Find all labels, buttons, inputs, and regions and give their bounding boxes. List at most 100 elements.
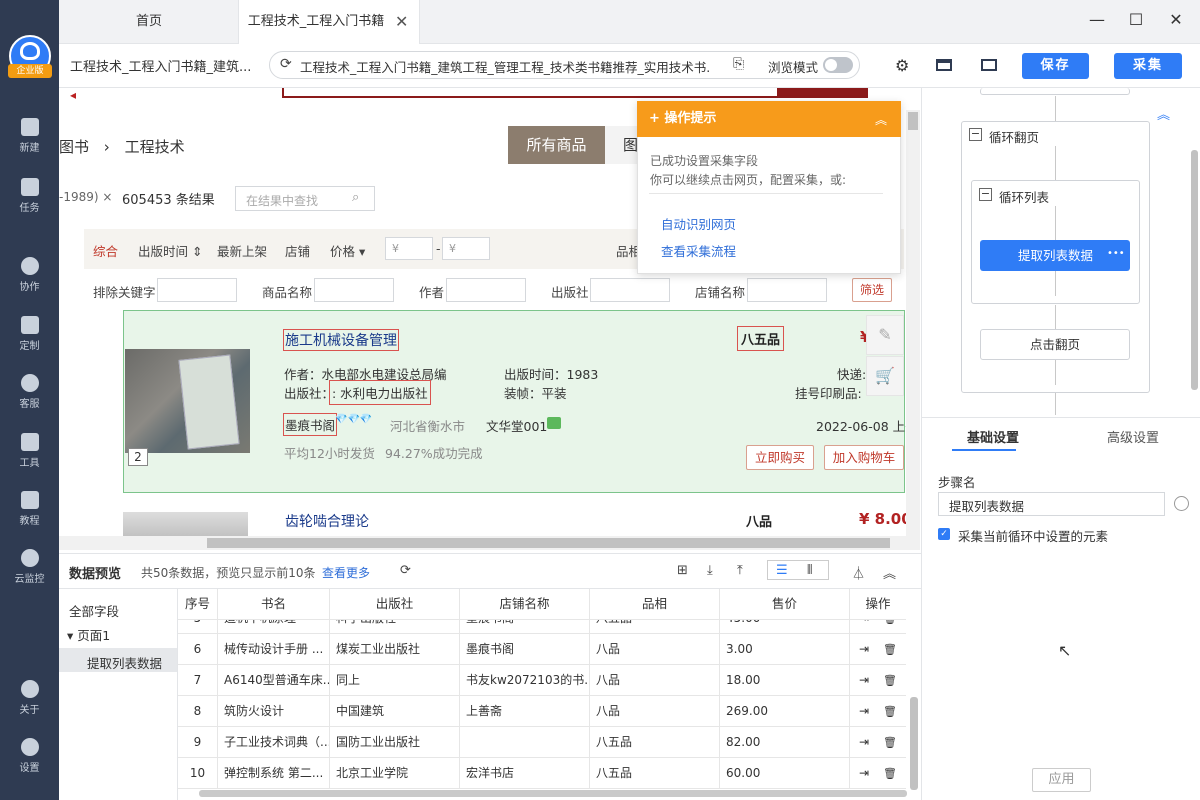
step-name-input[interactable]: 提取列表数据 (938, 492, 1165, 516)
tab-books[interactable]: 图 (605, 126, 638, 164)
save-button[interactable]: 保存 (1022, 53, 1089, 79)
table-row[interactable]: 10 弹控制系统 第二... 北京工业学院 宏洋书店 八五品 60.00 ⇥ 🗑 (178, 758, 906, 789)
filter-exclude-input[interactable] (157, 278, 237, 302)
filter-button[interactable]: 筛选 (852, 278, 892, 302)
tab-all-products[interactable]: 所有商品 (508, 126, 605, 164)
col-header-publisher[interactable]: 出版社 (330, 589, 460, 620)
nav-tools[interactable]: 工具 (0, 433, 59, 483)
col-header-grade[interactable]: 品相 (590, 589, 720, 620)
col-header-title[interactable]: 书名 (218, 589, 330, 620)
edit-icon[interactable]: ✎ (866, 315, 904, 355)
shop-name-link[interactable]: 墨痕书阁 (283, 413, 338, 436)
col-header-price[interactable]: 售价 (720, 589, 850, 620)
price-min-input[interactable]: ¥ (385, 237, 433, 260)
collect-button[interactable]: 采集 (1114, 53, 1182, 79)
table-row[interactable]: 7 A6140型普通车床... 同上 书友kw2072103的书... 八品 18.00 ⇥… (178, 665, 906, 696)
nav-new[interactable]: 新建 (0, 118, 59, 168)
tab-advanced-settings[interactable]: 高级设置 (1107, 427, 1159, 446)
sort-default[interactable]: 综合 (93, 241, 118, 260)
tree-extract-list[interactable]: 提取列表数据 (87, 653, 162, 672)
chat-icon[interactable] (547, 417, 561, 429)
sort-shop[interactable]: 店铺 (285, 241, 310, 260)
table-vertical-scrollbar[interactable] (910, 697, 918, 790)
popup-collapse-icon[interactable]: ︽ (875, 111, 887, 128)
nav-custom[interactable]: 定制 (0, 316, 59, 366)
panel-scrollbar[interactable] (1191, 150, 1198, 390)
apply-button[interactable]: 应用 (1032, 768, 1091, 792)
cart-icon[interactable]: 🛒 (866, 356, 904, 396)
book-title-link-2[interactable]: 齿轮啮合理论 (285, 511, 369, 531)
layout-icon[interactable] (936, 59, 952, 71)
nav-settings[interactable]: 设置 (0, 738, 59, 788)
web-vertical-thumb[interactable] (908, 112, 918, 130)
nav-about[interactable]: 关于 (0, 680, 59, 730)
delete-row-icon[interactable]: 🗑 (883, 736, 897, 749)
maximize-button[interactable]: ☐ (1121, 8, 1151, 32)
minimize-button[interactable]: — (1082, 8, 1112, 32)
breadcrumb-books[interactable]: 图书 (59, 138, 89, 156)
collapse-loop-page-icon[interactable]: − (969, 128, 982, 141)
step-more-icon[interactable]: ••• (1107, 248, 1125, 259)
table-horizontal-scrollbar[interactable] (199, 790, 907, 797)
move-row-icon[interactable]: ⇥ (859, 673, 869, 687)
filter-author-input[interactable] (446, 278, 526, 302)
tree-page-1[interactable]: ▾ 页面1 (67, 625, 110, 644)
delete-row-icon[interactable]: 🗑 (883, 705, 897, 718)
tab-current-page[interactable]: 工程技术_工程入门书籍_... (238, 0, 420, 73)
filter-publisher-input[interactable] (590, 278, 670, 302)
settings-gear-icon[interactable]: ⚙ (895, 56, 909, 75)
move-row-icon[interactable]: ⇥ (859, 642, 869, 656)
view-flow-link[interactable]: 查看采集流程 (661, 241, 736, 260)
table-row[interactable]: 6 械传动设计手册 ... 煤炭工业出版社 墨痕书阁 八品 3.00 ⇥ 🗑 (178, 634, 906, 665)
nav-tasks[interactable]: 任务 (0, 178, 59, 228)
book-publisher[interactable]: : 水利电力出版社 (329, 380, 431, 405)
nav-tutorial[interactable]: 教程 (0, 491, 59, 541)
sort-price[interactable]: 价格 ▾ (330, 241, 365, 260)
refresh-icon[interactable]: ⟳ (280, 56, 292, 72)
filter-chip[interactable]: -1989) × (59, 190, 112, 204)
filter-name-input[interactable] (314, 278, 394, 302)
flow-step-top[interactable] (980, 88, 1130, 95)
web-horizontal-thumb[interactable] (207, 538, 890, 548)
list-view-icon[interactable]: ☰ (776, 563, 788, 578)
nav-cloud-monitor[interactable]: 云监控 (0, 549, 59, 599)
site-search-button[interactable] (779, 88, 868, 98)
upload-icon[interactable]: ⤒ (737, 563, 743, 578)
tab-home[interactable]: 首页 (60, 0, 238, 44)
table-row[interactable]: 9 子工业技术词典（... 国防工业出版社 八五品 82.00 ⇥ 🗑 (178, 727, 906, 758)
panel-icon[interactable] (981, 59, 997, 71)
move-row-icon[interactable]: ⇥ (859, 766, 869, 780)
move-row-icon[interactable]: ⇥ (859, 620, 869, 625)
view-more-link[interactable]: 查看更多 (322, 564, 370, 581)
search-icon[interactable]: ⌕ (352, 190, 359, 205)
step-click-page[interactable]: 点击翻页 (980, 329, 1130, 360)
price-max-input[interactable]: ¥ (442, 237, 490, 260)
delete-row-icon[interactable]: 🗑 (883, 767, 897, 780)
move-row-icon[interactable]: ⇥ (859, 704, 869, 718)
site-search-box[interactable] (282, 88, 779, 98)
move-row-icon[interactable]: ⇥ (859, 735, 869, 749)
shop-user[interactable]: 文华堂001 (486, 416, 547, 435)
delete-row-icon[interactable]: 🗑 (883, 620, 897, 625)
add-to-cart-button[interactable]: 加入购物车 (824, 445, 904, 470)
sort-newest[interactable]: 最新上架 (217, 241, 267, 260)
column-view-icon[interactable]: ⫴ (807, 563, 812, 578)
collapse-flow-icon[interactable]: ︽ (1157, 104, 1170, 123)
delete-row-icon[interactable]: 🗑 (883, 674, 897, 687)
tab-close-icon[interactable]: ✕ (395, 12, 411, 32)
web-vertical-scrollbar[interactable] (906, 110, 920, 550)
download-icon[interactable]: ⤓ (707, 563, 713, 578)
table-row[interactable]: 5造机下机原理科学出版社墨痕书阁八五品45.00⇥🗑 (178, 620, 906, 634)
collapse-loop-list-icon[interactable]: − (979, 188, 992, 201)
document-icon[interactable]: ⎘ (733, 56, 744, 72)
nav-collab[interactable]: 协作 (0, 257, 59, 307)
col-header-shop[interactable]: 店铺名称 (460, 589, 590, 620)
add-field-icon[interactable]: ⊞ (677, 563, 688, 578)
close-window-button[interactable]: ✕ (1161, 8, 1191, 32)
buy-now-button[interactable]: 立即购买 (746, 445, 814, 470)
nav-support[interactable]: 客服 (0, 374, 59, 424)
help-icon[interactable] (1174, 496, 1189, 511)
auto-detect-link[interactable]: 自动识别网页 (661, 214, 736, 233)
book-title-link[interactable]: 施工机械设备管理 (283, 329, 399, 351)
collapse-preview-icon[interactable]: ︽ (883, 563, 896, 582)
